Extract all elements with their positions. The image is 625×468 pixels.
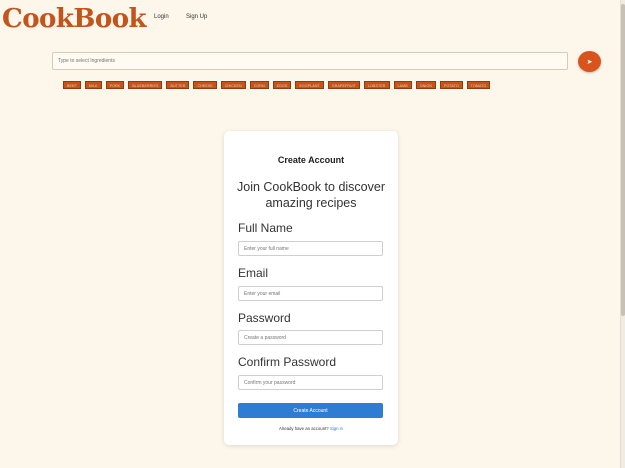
password-input[interactable]: [238, 330, 383, 345]
ingredient-chip[interactable]: CORN: [249, 81, 269, 89]
full-name-label: Full Name: [238, 221, 293, 235]
search-button[interactable]: ➤: [578, 51, 601, 72]
signup-card: Create Account Join CookBook to discover…: [224, 131, 398, 445]
header: CookBook Login Sign Up: [0, 0, 620, 38]
ingredient-search-input[interactable]: [52, 52, 568, 70]
ingredient-chip[interactable]: LOBSTER: [364, 81, 390, 89]
ingredient-chip[interactable]: MILK: [84, 81, 102, 89]
ingredient-chip[interactable]: BLUEBERRIES: [128, 81, 163, 89]
signin-prompt: Already have an account?: [278, 426, 329, 431]
ingredient-chip[interactable]: POTATO: [439, 81, 463, 89]
ingredient-chip[interactable]: CHICKEN: [220, 81, 246, 89]
ingredient-chip[interactable]: TOMATO: [466, 81, 491, 89]
email-label: Email: [238, 266, 269, 280]
card-title: Create Account: [277, 155, 345, 165]
ingredient-chip[interactable]: EGGS: [272, 81, 292, 89]
full-name-input[interactable]: [238, 241, 383, 256]
ingredient-chip[interactable]: PORK: [105, 81, 125, 89]
ingredient-chip[interactable]: BEEF: [63, 81, 81, 89]
ingredient-chip[interactable]: GRAPEFRUIT: [327, 81, 361, 89]
send-arrow-icon: ➤: [586, 58, 593, 66]
scrollbar[interactable]: [620, 0, 625, 468]
ingredient-chip[interactable]: ONION: [415, 81, 436, 89]
ingredient-chip[interactable]: LAMB: [393, 81, 412, 89]
confirm-password-input[interactable]: [238, 375, 383, 390]
login-link[interactable]: Login: [154, 14, 169, 20]
logo[interactable]: CookBook: [2, 4, 147, 34]
ingredient-chip[interactable]: EGGPLANT: [295, 81, 324, 89]
signin-link[interactable]: Sign in: [330, 426, 343, 431]
signin-row: Already have an account? Sign in: [224, 426, 398, 431]
ingredient-chip[interactable]: BUTTER: [166, 81, 190, 89]
card-subtitle: Join CookBook to discover amazing recipe…: [237, 180, 385, 210]
scrollbar-thumb[interactable]: [621, 4, 625, 316]
email-input[interactable]: [238, 286, 383, 301]
password-label: Password: [238, 311, 291, 325]
create-account-button[interactable]: Create Account: [238, 403, 383, 418]
ingredient-chip[interactable]: CHEESE: [193, 81, 217, 89]
signup-link[interactable]: Sign Up: [186, 14, 207, 20]
confirm-password-label: Confirm Password: [238, 355, 337, 369]
ingredient-chips: BEEF MILK PORK BLUEBERRIES BUTTER CHEESE…: [63, 81, 491, 89]
